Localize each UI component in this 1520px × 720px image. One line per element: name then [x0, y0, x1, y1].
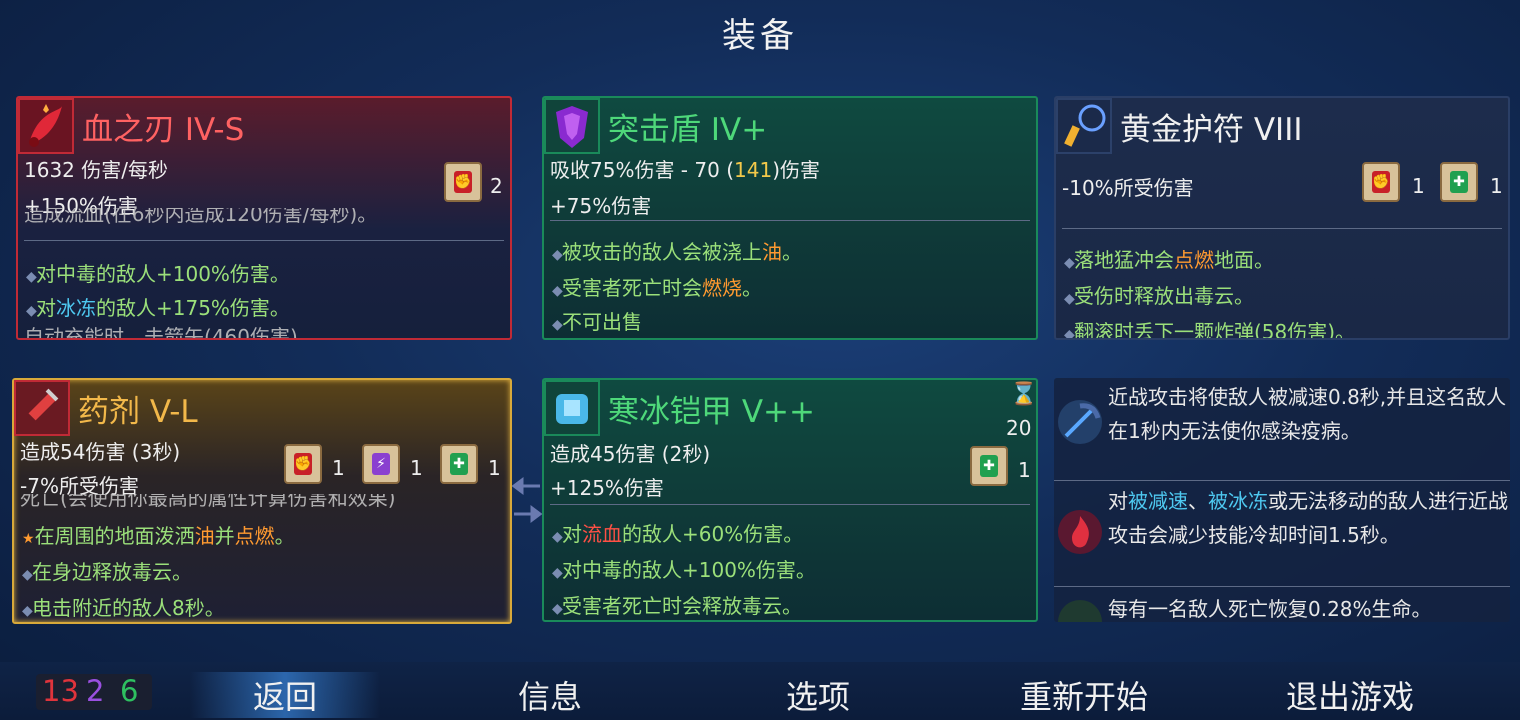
clipped-effect: 造成流血(在6秒内造成120伤害/每秒)。: [24, 208, 378, 224]
blood-sword-icon: [18, 98, 74, 154]
scroll-count: 1: [410, 456, 423, 480]
effect-line: ◆对冰冻的敌人+175%伤害。: [26, 296, 290, 320]
shield-icon: [544, 98, 600, 154]
skill-card-potion[interactable]: 药剂 V-L 造成54伤害 (3秒) -7%所受伤害 ✊ 1 ⚡ 1 ✚ 1 死…: [12, 378, 512, 624]
syringe-icon: [14, 380, 70, 436]
tactics-count: 2: [86, 674, 105, 708]
flame-mutation-icon[interactable]: [1058, 510, 1102, 554]
scroll-count: 1: [332, 456, 345, 480]
divider: [1054, 480, 1510, 481]
weapon-card-blood-blade[interactable]: 血之刃 IV-S 1632 伤害/每秒 +150%伤害 ✊ 2 造成流血(在6秒…: [16, 96, 512, 340]
amulet-name: 黄金护符 VIII: [1120, 112, 1303, 148]
damage-bonus-stat: +125%伤害: [550, 476, 664, 500]
mutation-description: 每有一名敌人死亡恢复0.28%生命。: [1108, 597, 1432, 621]
survival-scroll-icon: ✚: [1440, 162, 1478, 202]
effect-line: ◆对流血的敌人+60%伤害。: [552, 522, 804, 546]
amulet-icon: [1056, 98, 1112, 154]
swap-arrows-icon[interactable]: [511, 472, 543, 528]
damage-stat: 造成45伤害 (2秒): [550, 442, 711, 466]
brutality-count: 13: [42, 674, 79, 708]
block-stat: 吸收75%伤害 - 70 (141)伤害: [550, 158, 820, 182]
damage-reduction-stat: -10%所受伤害: [1062, 176, 1194, 200]
skill-name: 药剂 V-L: [78, 394, 198, 430]
effect-line: ◆受伤时释放出毒云。: [1064, 284, 1254, 308]
brutality-scroll-icon: ✊: [444, 162, 482, 202]
effect-line: ◆受害者死亡时会燃烧。: [552, 276, 762, 300]
skill-card-ice-armor[interactable]: 寒冰铠甲 V++ ⌛ 20 造成45伤害 (2秒) +125%伤害 ✚ 1 ◆对…: [542, 378, 1038, 622]
page-title: 装备: [722, 16, 798, 56]
brutality-scroll-icon: ✊: [1362, 162, 1400, 202]
effect-line: ◆对中毒的敌人+100%伤害。: [26, 262, 290, 286]
effect-line: ◆被攻击的敌人会被浇上油。: [552, 240, 802, 264]
mutation-description: 对被减速、被冰冻或无法移动的敌人进行近战攻击会减少技能冷却时间1.5秒。: [1108, 489, 1508, 547]
effect-line: ◆落地猛冲会点燃地面。: [1064, 248, 1274, 272]
scroll-count: 1: [1412, 174, 1425, 198]
tactics-scroll-icon: ⚡: [362, 444, 400, 484]
brutality-scroll-icon: ✊: [284, 444, 322, 484]
pickaxe-mutation-icon[interactable]: [1058, 400, 1102, 444]
heal-mutation-icon[interactable]: [1058, 600, 1102, 622]
effect-line: ◆不可出售: [552, 310, 642, 334]
weapon-name: 血之刃 IV-S: [82, 112, 245, 148]
dps-stat: 1632 伤害/每秒: [24, 158, 168, 182]
scroll-count: 1: [1018, 458, 1031, 482]
menu-quit-button[interactable]: 退出游戏: [1268, 672, 1432, 718]
shield-name: 突击盾 IV+: [608, 112, 768, 148]
effect-line: ◆受害者死亡时会释放毒云。: [552, 594, 802, 618]
effect-line: ◆对中毒的敌人+100%伤害。: [552, 558, 816, 582]
menu-info-button[interactable]: 信息: [470, 672, 630, 718]
amulet-card-gold-amulet[interactable]: 黄金护符 VIII -10%所受伤害 ✊ 1 ✚ 1 ◆落地猛冲会点燃地面。 ◆…: [1054, 96, 1510, 340]
menu-restart-button[interactable]: 重新开始: [1000, 672, 1168, 718]
effect-line: ◆在身边释放毒云。: [22, 560, 192, 584]
scroll-count: 2: [490, 174, 503, 198]
damage-bonus-stat: +75%伤害: [550, 194, 652, 218]
survival-scroll-icon: ✚: [440, 444, 478, 484]
scroll-count: 1: [488, 456, 501, 480]
divider: [550, 220, 1030, 221]
cooldown-timer: 20: [1006, 416, 1032, 440]
damage-stat: 造成54伤害 (3秒): [20, 440, 181, 464]
clipped-effect: 死亡(会使用你最高的属性计算伤害和效果): [20, 494, 396, 508]
hourglass-icon: ⌛: [1010, 382, 1038, 407]
effect-line-star: ★在周围的地面泼洒油并点燃。: [22, 524, 295, 548]
scroll-count: 1: [1490, 174, 1503, 198]
clipped-effect: ◆翻滚时丢下一颗炸弹(58伤害)。: [1064, 320, 1356, 338]
divider: [24, 240, 504, 241]
skill-name: 寒冰铠甲 V++: [608, 394, 816, 430]
ice-armor-icon: [544, 380, 600, 436]
divider: [550, 504, 1030, 505]
clipped-effect: 自动充能时，击箭矢(460伤害)。: [24, 326, 318, 340]
menu-options-button[interactable]: 选项: [738, 672, 898, 718]
divider: [1062, 228, 1502, 229]
scroll-counters: 13 2 6: [36, 674, 152, 710]
survival-count: 6: [120, 674, 139, 708]
survival-scroll-icon: ✚: [970, 446, 1008, 486]
divider: [1054, 586, 1510, 587]
effect-line: ◆电击附近的敌人8秒。: [22, 596, 225, 620]
shield-card-assault-shield[interactable]: 突击盾 IV+ 吸收75%伤害 - 70 (141)伤害 +75%伤害 ◆被攻击…: [542, 96, 1038, 340]
menu-back-button[interactable]: 返回: [190, 672, 380, 718]
mutation-description: 近战攻击将使敌人被减速0.8秒,并且这名敌人在1秒内无法使你感染疫病。: [1108, 385, 1507, 443]
mutations-panel: 近战攻击将使敌人被减速0.8秒,并且这名敌人在1秒内无法使你感染疫病。 对被减速…: [1054, 378, 1510, 622]
